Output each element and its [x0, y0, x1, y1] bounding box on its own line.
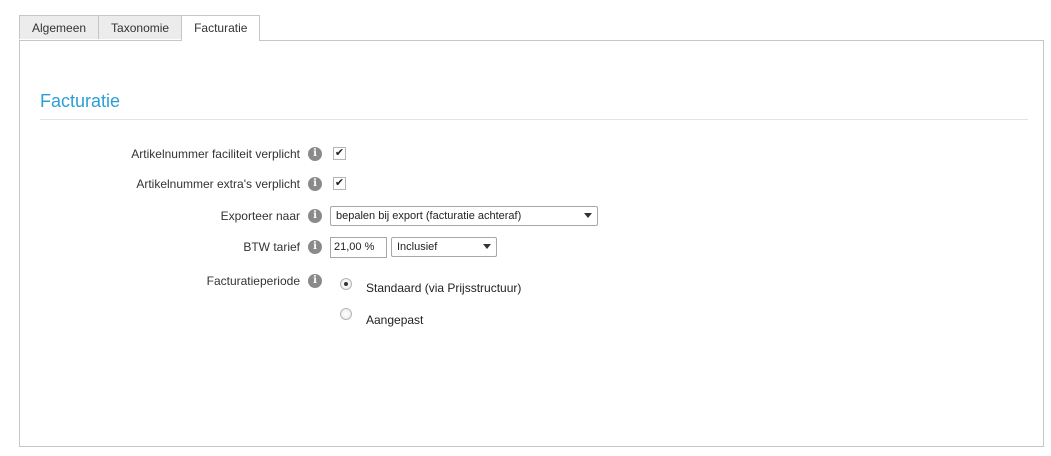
- checkmark-icon: ✔: [334, 177, 345, 189]
- info-icon[interactable]: i: [308, 209, 322, 223]
- exporteer-naar-selected: bepalen bij export (facturatie achteraf): [336, 210, 522, 222]
- tab-taxonomie[interactable]: Taxonomie: [98, 15, 183, 39]
- artikelnummer-faciliteit-checkbox[interactable]: ✔: [333, 147, 346, 160]
- info-icon[interactable]: i: [308, 147, 322, 161]
- btw-mode-select[interactable]: Inclusief: [391, 237, 497, 257]
- row-exporteer-naar: Exporteer naar i bepalen bij export (fac…: [20, 205, 1043, 227]
- btw-tarief-label: BTW tarief: [243, 240, 300, 254]
- chevron-down-icon: [483, 244, 491, 249]
- tab-bar: Algemeen Taxonomie Facturatie: [19, 15, 261, 41]
- row-facturatieperiode: Facturatieperiode i: [20, 270, 1043, 292]
- radio-standaard-label[interactable]: Standaard (via Prijsstructuur): [366, 281, 521, 295]
- row-btw-tarief: BTW tarief i 21,00 % Inclusief: [20, 236, 1043, 258]
- radio-aangepast[interactable]: [340, 308, 352, 320]
- tab-algemeen[interactable]: Algemeen: [19, 15, 100, 39]
- tab-facturatie[interactable]: Facturatie: [181, 15, 261, 41]
- row-artikelnummer-faciliteit: Artikelnummer faciliteit verplicht i ✔: [20, 143, 1043, 165]
- radio-standaard[interactable]: [340, 278, 352, 290]
- row-artikelnummer-extras: Artikelnummer extra's verplicht i ✔: [20, 173, 1043, 195]
- btw-mode-selected: Inclusief: [397, 241, 438, 253]
- chevron-down-icon: [584, 213, 592, 218]
- artikelnummer-extras-label: Artikelnummer extra's verplicht: [136, 177, 300, 191]
- btw-tarief-input[interactable]: 21,00 %: [330, 237, 387, 258]
- section-divider: [40, 119, 1028, 120]
- radio-aangepast-label[interactable]: Aangepast: [366, 313, 423, 327]
- info-icon[interactable]: i: [308, 240, 322, 254]
- facturatie-panel: Facturatie Artikelnummer faciliteit verp…: [19, 40, 1044, 447]
- exporteer-naar-select[interactable]: bepalen bij export (facturatie achteraf): [330, 206, 598, 226]
- artikelnummer-faciliteit-label: Artikelnummer faciliteit verplicht: [131, 147, 300, 161]
- section-title: Facturatie: [40, 91, 121, 111]
- artikelnummer-extras-checkbox[interactable]: ✔: [333, 177, 346, 190]
- facturatieperiode-label: Facturatieperiode: [206, 274, 300, 288]
- info-icon[interactable]: i: [308, 274, 322, 288]
- exporteer-naar-label: Exporteer naar: [220, 209, 300, 223]
- checkmark-icon: ✔: [334, 147, 345, 159]
- info-icon[interactable]: i: [308, 177, 322, 191]
